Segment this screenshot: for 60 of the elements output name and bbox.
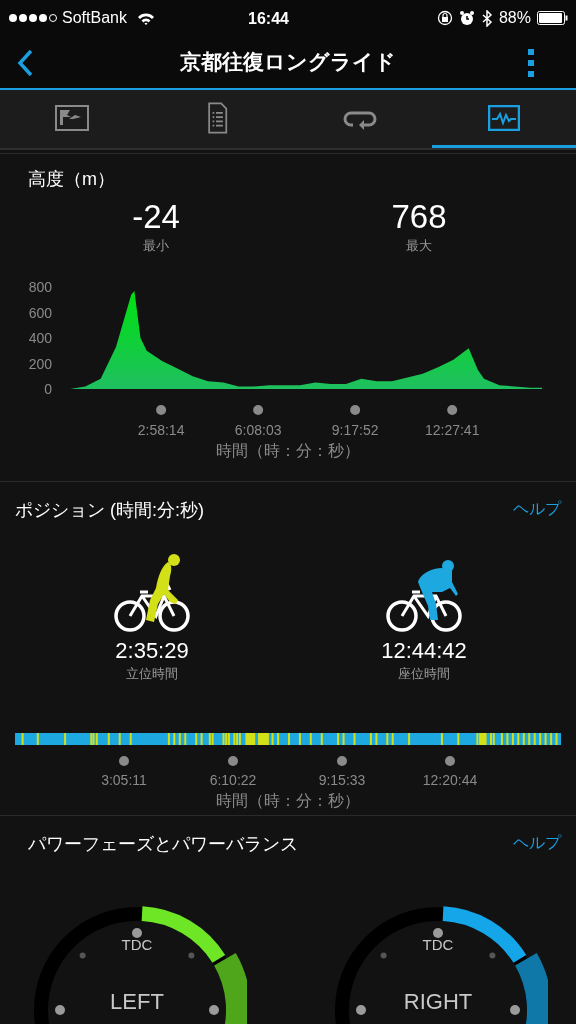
section-title: 高度（m） — [28, 168, 115, 191]
peak-power-arc — [515, 953, 548, 1024]
y-axis-label: 0 — [43, 381, 52, 397]
time-label: 座位時間 — [398, 665, 450, 683]
x-tick-label: 9:15:33 — [317, 771, 367, 790]
marker-dot — [489, 952, 496, 959]
x-axis-label: 12:27:41 — [424, 422, 480, 438]
dial-side-label: LEFT — [110, 988, 164, 1016]
y-axis-label: 200 — [27, 355, 52, 372]
dial-top-label: TDC — [422, 935, 454, 955]
marker-dot — [55, 1005, 65, 1015]
alarm-icon — [458, 10, 475, 26]
marker-dot — [132, 928, 142, 938]
section-title: パワーフェーズとパワーバランス — [28, 833, 298, 856]
time-label: 立位時間 — [126, 665, 178, 683]
marker-dot — [188, 952, 195, 959]
bluetooth-icon — [480, 9, 493, 27]
x-tick-label: 12:20:44 — [421, 771, 479, 790]
stat-label: 最小 — [143, 237, 169, 255]
stat-value: -24 — [132, 198, 180, 236]
marker-dot — [510, 1005, 520, 1015]
marker-dot — [380, 952, 387, 959]
signal-icon — [8, 12, 58, 24]
axis-title: 時間（時：分：秒） — [215, 441, 361, 461]
map-icon — [55, 104, 89, 131]
battery-icon — [537, 11, 568, 25]
help-link[interactable]: ヘルプ — [513, 497, 561, 521]
peak-power-arc — [214, 953, 247, 1024]
dial-side-label: RIGHT — [403, 988, 473, 1016]
rotation-lock-icon — [436, 10, 453, 26]
tick-dot — [253, 405, 264, 415]
y-axis-label: 800 — [27, 279, 52, 295]
tick-dot — [156, 405, 167, 415]
x-tick-label: 6:10:22 — [208, 771, 258, 790]
tick-dot — [350, 405, 361, 415]
y-axis-label: 400 — [27, 330, 52, 346]
tick-dot — [447, 405, 458, 415]
stat-value: 768 — [391, 198, 447, 236]
axis-title: 時間（時：分：秒） — [215, 791, 361, 811]
marker-dot — [356, 1005, 366, 1015]
x-tick-label: 3:05:11 — [100, 771, 148, 790]
stat-label: 最大 — [406, 237, 432, 255]
x-axis-label: 2:58:14 — [137, 422, 185, 438]
carrier-name: SoftBank — [62, 8, 127, 28]
x-axis-label: 6:08:03 — [234, 422, 282, 438]
clock-time: 16:44 — [248, 9, 289, 29]
marker-dot — [209, 1005, 219, 1015]
y-axis-label: 600 — [27, 304, 52, 321]
time-value: 2:35:29 — [115, 638, 189, 664]
battery-percent: 88% — [498, 8, 531, 28]
section-title: ポジション (時間:分:秒) — [15, 499, 204, 522]
help-link[interactable]: ヘルプ — [513, 831, 561, 855]
marker-dot — [433, 928, 443, 938]
more-menu-icon[interactable] — [528, 49, 534, 77]
chart-icon — [488, 104, 520, 131]
screen-title: 京都往復ロングライド — [180, 49, 396, 76]
marker-dot — [79, 952, 86, 959]
dial-top-label: TDC — [121, 935, 153, 955]
x-axis-label: 9:17:52 — [331, 422, 379, 438]
time-value: 12:44:42 — [381, 638, 467, 664]
